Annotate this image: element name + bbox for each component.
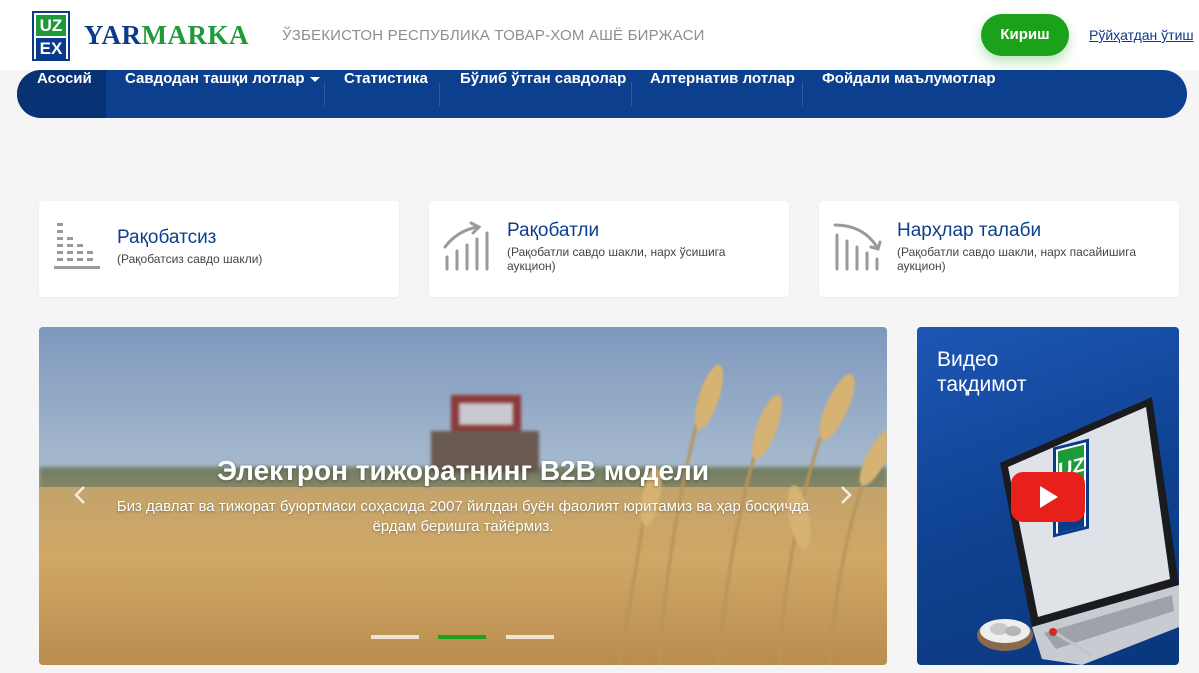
card-price-demand[interactable]: Нарҳлар талаби (Рақобатли савдо шакли, н… — [819, 201, 1179, 297]
login-button[interactable]: Кириш — [981, 14, 1069, 56]
caret-down-icon — [309, 76, 320, 82]
card-subtitle: (Рақобатли савдо шакли, нарх пасайишига … — [897, 245, 1137, 273]
slide-indicator-3[interactable] — [506, 635, 554, 639]
nav-item-statistics[interactable]: Статистика — [344, 70, 428, 118]
video-title: Видео тақдимот — [937, 348, 1027, 396]
play-button[interactable] — [1011, 472, 1085, 522]
card-title: Рақобатли — [507, 220, 600, 241]
prev-slide-button[interactable] — [71, 485, 91, 505]
nav-item-label: Бўлиб ўтган савдолар — [460, 70, 627, 87]
nav-item-alternative-lots[interactable]: Алтернатив лотлар — [650, 70, 795, 118]
nav-item-label: Савдодан ташқи лотлар — [125, 70, 305, 87]
nav-divider — [439, 82, 440, 106]
site-tagline: ЎЗБЕКИСТОН РЕСПУБЛИКА ТОВАР-ХОМ АШЁ БИРЖ… — [282, 27, 705, 44]
bowl-image — [977, 619, 1033, 651]
brand-name[interactable]: YARMARKA — [84, 20, 249, 51]
play-icon — [1040, 486, 1058, 508]
card-competitive[interactable]: Рақобатли (Рақобатли савдо шакли, нарх ў… — [429, 201, 789, 297]
logo-top-text: UZ — [36, 15, 66, 36]
nav-divider — [802, 82, 803, 106]
nav-item-useful-info[interactable]: Фойдали маълумотлар — [822, 70, 996, 118]
slide-indicator-1[interactable] — [371, 635, 419, 639]
card-subtitle: (Рақобатли савдо шакли, нарх ўсишига аук… — [507, 245, 726, 273]
card-subtitle: (Рақобатсиз савдо шакли) — [117, 252, 263, 266]
trend-down-icon — [833, 223, 882, 271]
bar-chart-icon — [54, 223, 100, 269]
uzex-logo[interactable]: UZ EX — [32, 11, 70, 61]
register-link[interactable]: Рўйҳатдан ўтиш — [1089, 27, 1194, 43]
card-non-competitive[interactable]: Рақобатсиз (Рақобатсиз савдо шакли) — [39, 201, 399, 297]
nav-item-label: Асосий — [37, 70, 92, 87]
card-title: Рақобатсиз — [117, 227, 217, 248]
slide-text: Биз давлат ва тижорат буюртмаси соҳасида… — [116, 498, 810, 535]
trend-up-icon — [443, 221, 489, 271]
slide-title: Электрон тижоратнинг B2B модели — [216, 455, 710, 486]
nav-divider — [631, 82, 632, 106]
logo-bottom-text: EX — [36, 38, 66, 59]
nav-item-label: Фойдали маълумотлар — [822, 70, 996, 87]
slide-indicator-2[interactable] — [438, 635, 486, 639]
main-nav: Асосий Савдодан ташқи лотлар Статистика … — [17, 70, 1187, 118]
nav-item-past-trades[interactable]: Бўлиб ўтган савдолар — [460, 70, 626, 118]
nav-item-offline-lots[interactable]: Савдодан ташқи лотлар — [125, 70, 320, 118]
nav-divider — [324, 82, 325, 106]
site-header: UZ EX YARMARKA ЎЗБЕКИСТОН РЕСПУБЛИКА ТОВ… — [0, 0, 1199, 70]
nav-item-label: Статистика — [344, 70, 428, 87]
brand-second: MARKA — [141, 20, 250, 50]
pen-image — [1048, 627, 1092, 657]
next-slide-button[interactable] — [835, 485, 855, 505]
nav-item-label: Алтернатив лотлар — [650, 70, 795, 87]
card-title: Нарҳлар талаби — [897, 220, 1042, 241]
video-presentation[interactable]: Видео тақдимот UZ EX — [917, 327, 1179, 665]
hero-slider: Электрон тижоратнинг B2B модели Биз давл… — [39, 327, 887, 665]
brand-first: YAR — [84, 20, 142, 50]
slider-indicators — [371, 634, 555, 640]
nav-item-home[interactable]: Асосий — [17, 70, 106, 118]
